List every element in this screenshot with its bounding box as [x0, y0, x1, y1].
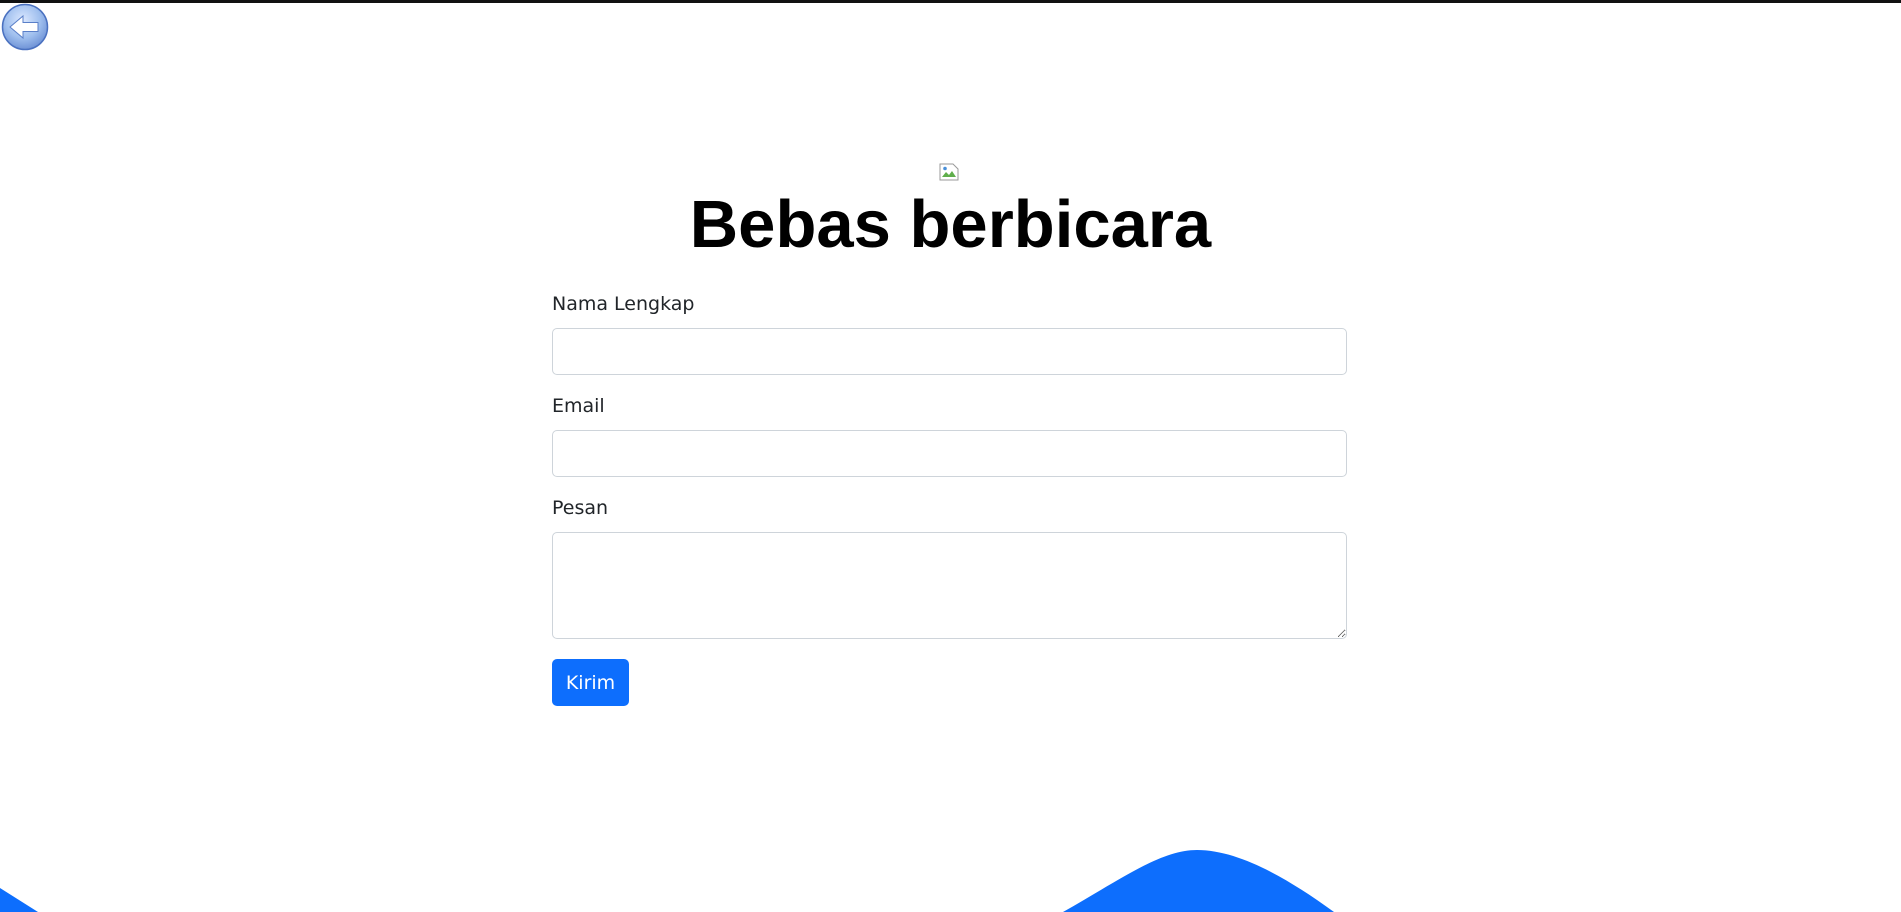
email-group: Email [552, 392, 1347, 477]
wave-right [1063, 850, 1334, 912]
name-label: Nama Lengkap [552, 293, 695, 315]
page-title: Bebas berbicara [689, 187, 1212, 262]
name-group: Nama Lengkap [552, 290, 1347, 375]
message-textarea[interactable] [552, 532, 1347, 639]
back-button[interactable] [1, 3, 49, 51]
back-arrow-icon [1, 3, 49, 51]
contact-form: Nama Lengkap Email Pesan Kirim [552, 290, 1347, 706]
email-input[interactable] [552, 430, 1347, 477]
broken-image-icon [939, 163, 959, 181]
message-label: Pesan [552, 497, 609, 519]
message-group: Pesan [552, 494, 1347, 639]
submit-button[interactable]: Kirim [552, 659, 629, 706]
wave-left [0, 888, 38, 912]
name-input[interactable] [552, 328, 1347, 375]
top-border [0, 0, 1901, 3]
email-label: Email [552, 395, 605, 417]
